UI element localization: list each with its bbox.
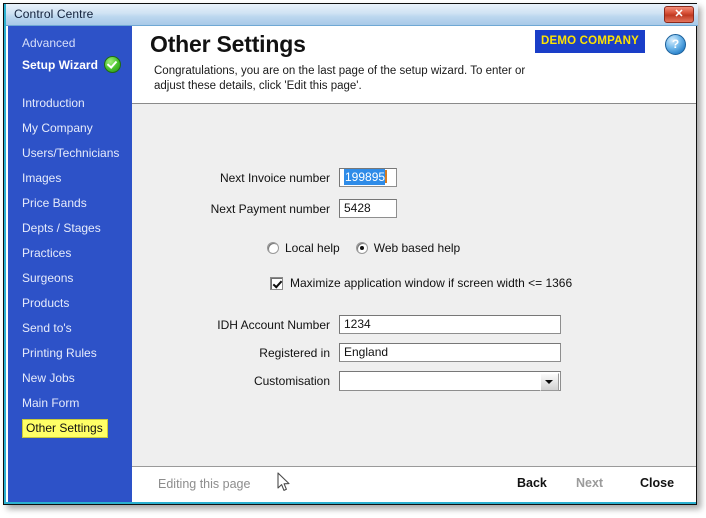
sidebar-item-main-form[interactable]: Main Form [8, 391, 132, 416]
sidebar: Advanced Setup Wizard Introduction My Com… [8, 26, 132, 502]
text-caret [385, 170, 388, 183]
field-row-idh-account: IDH Account Number 1234 [190, 315, 561, 334]
radio-web-based-help-icon [355, 242, 368, 254]
sidebar-nav: Introduction My Company Users/Technicians I… [8, 91, 132, 441]
title-bar[interactable]: Control Centre ✕ [6, 4, 698, 26]
sidebar-item-other-settings[interactable]: Other Settings [8, 416, 132, 441]
help-mode-radio-group: Local help Web based help [267, 241, 460, 255]
sidebar-item-label: Depts / Stages [22, 221, 101, 235]
radio-web-based-help[interactable]: Web based help [355, 241, 461, 255]
sidebar-item-new-jobs[interactable]: New Jobs [8, 366, 132, 391]
radio-local-help-icon [267, 242, 279, 254]
settings-content-area: Next Invoice number 199895 Next Payment … [132, 104, 696, 466]
page-description: Congratulations, you are on the last pag… [154, 65, 526, 92]
sidebar-item-depts-stages[interactable]: Depts / Stages [8, 216, 132, 241]
sidebar-item-label: Products [22, 296, 70, 310]
radio-local-help[interactable]: Local help [267, 241, 340, 255]
sidebar-item-label: New Jobs [22, 371, 75, 385]
sidebar-heading-advanced: Advanced [22, 36, 76, 50]
sidebar-item-practices[interactable]: Practices [8, 241, 132, 266]
sidebar-item-surgeons[interactable]: Surgeons [8, 266, 132, 291]
editing-status-text[interactable]: Editing this page [158, 477, 250, 491]
field-row-registered-in: Registered in England [190, 343, 561, 362]
sidebar-item-label: Introduction [22, 96, 85, 110]
wizard-footer: Editing this page Back Next Close [132, 466, 696, 502]
customisation-dropdown[interactable] [339, 371, 561, 391]
field-row-invoice: Next Invoice number 199895 [190, 168, 397, 187]
sidebar-item-label: Printing Rules [22, 346, 97, 360]
sidebar-item-label: Users/Technicians [22, 146, 120, 160]
field-row-payment: Next Payment number 5428 [190, 199, 397, 218]
idh-account-number-input[interactable]: 1234 [339, 315, 561, 334]
radio-web-based-help-label: Web based help [373, 241, 461, 255]
radio-local-help-label: Local help [285, 241, 340, 255]
sidebar-item-send-to-s[interactable]: Send to's [8, 316, 132, 341]
sidebar-heading-setup-wizard-row: Setup Wizard [22, 56, 132, 73]
sidebar-item-my-company[interactable]: My Company [8, 116, 132, 141]
sidebar-item-label: Price Bands [22, 196, 87, 210]
sidebar-item-label: Main Form [22, 396, 80, 410]
sidebar-item-label: Send to's [22, 321, 72, 335]
sidebar-header: Advanced Setup Wizard [8, 26, 132, 73]
next-payment-number-label: Next Payment number [210, 201, 330, 216]
sidebar-item-label: Practices [22, 246, 72, 260]
application-window: Control Centre ✕ Advanced Setup Wizard I… [3, 3, 698, 505]
help-icon[interactable]: ? [665, 34, 686, 55]
back-button[interactable]: Back [517, 476, 547, 490]
next-button[interactable]: Next [576, 476, 603, 490]
sidebar-item-label: Other Settings [22, 419, 108, 438]
page-header: Other Settings Congratulations, you are … [132, 26, 696, 104]
sidebar-item-products[interactable]: Products [8, 291, 132, 316]
maximize-window-label: Maximize application window if screen wi… [290, 276, 573, 290]
sidebar-item-users-technicians[interactable]: Users/Technicians [8, 141, 132, 166]
page-title: Other Settings [150, 31, 306, 57]
window-inner-frame: Control Centre ✕ Advanced Setup Wizard I… [4, 4, 698, 504]
chevron-down-icon[interactable] [540, 373, 559, 391]
sidebar-item-images[interactable]: Images [8, 166, 132, 191]
customisation-label: Customisation [253, 374, 330, 388]
next-invoice-number-label: Next Invoice number [219, 170, 330, 185]
sidebar-item-label: My Company [22, 121, 93, 135]
next-payment-number-input[interactable]: 5428 [339, 199, 397, 218]
checkbox-icon [270, 276, 283, 290]
sidebar-item-price-bands[interactable]: Price Bands [8, 191, 132, 216]
green-check-icon [103, 56, 121, 73]
maximize-window-checkbox[interactable]: Maximize application window if screen wi… [270, 276, 572, 290]
next-invoice-number-input[interactable]: 199895 [339, 168, 397, 187]
window-close-button[interactable]: ✕ [664, 6, 694, 23]
sidebar-item-introduction[interactable]: Introduction [8, 91, 132, 116]
sidebar-item-label: Surgeons [22, 271, 74, 285]
sidebar-item-label: Images [22, 171, 62, 185]
company-badge: DEMO COMPANY [535, 30, 645, 53]
idh-account-number-label: IDH Account Number [217, 317, 330, 332]
registered-in-label: Registered in [259, 345, 330, 360]
next-invoice-number-value: 199895 [344, 169, 386, 185]
sidebar-item-printing-rules[interactable]: Printing Rules [8, 341, 132, 366]
close-button[interactable]: Close [640, 476, 674, 490]
window-title: Control Centre [14, 7, 94, 21]
registered-in-input[interactable]: England [339, 343, 561, 362]
sidebar-heading-setup-wizard: Setup Wizard [22, 57, 98, 72]
field-row-customisation: Customisation [190, 371, 561, 391]
